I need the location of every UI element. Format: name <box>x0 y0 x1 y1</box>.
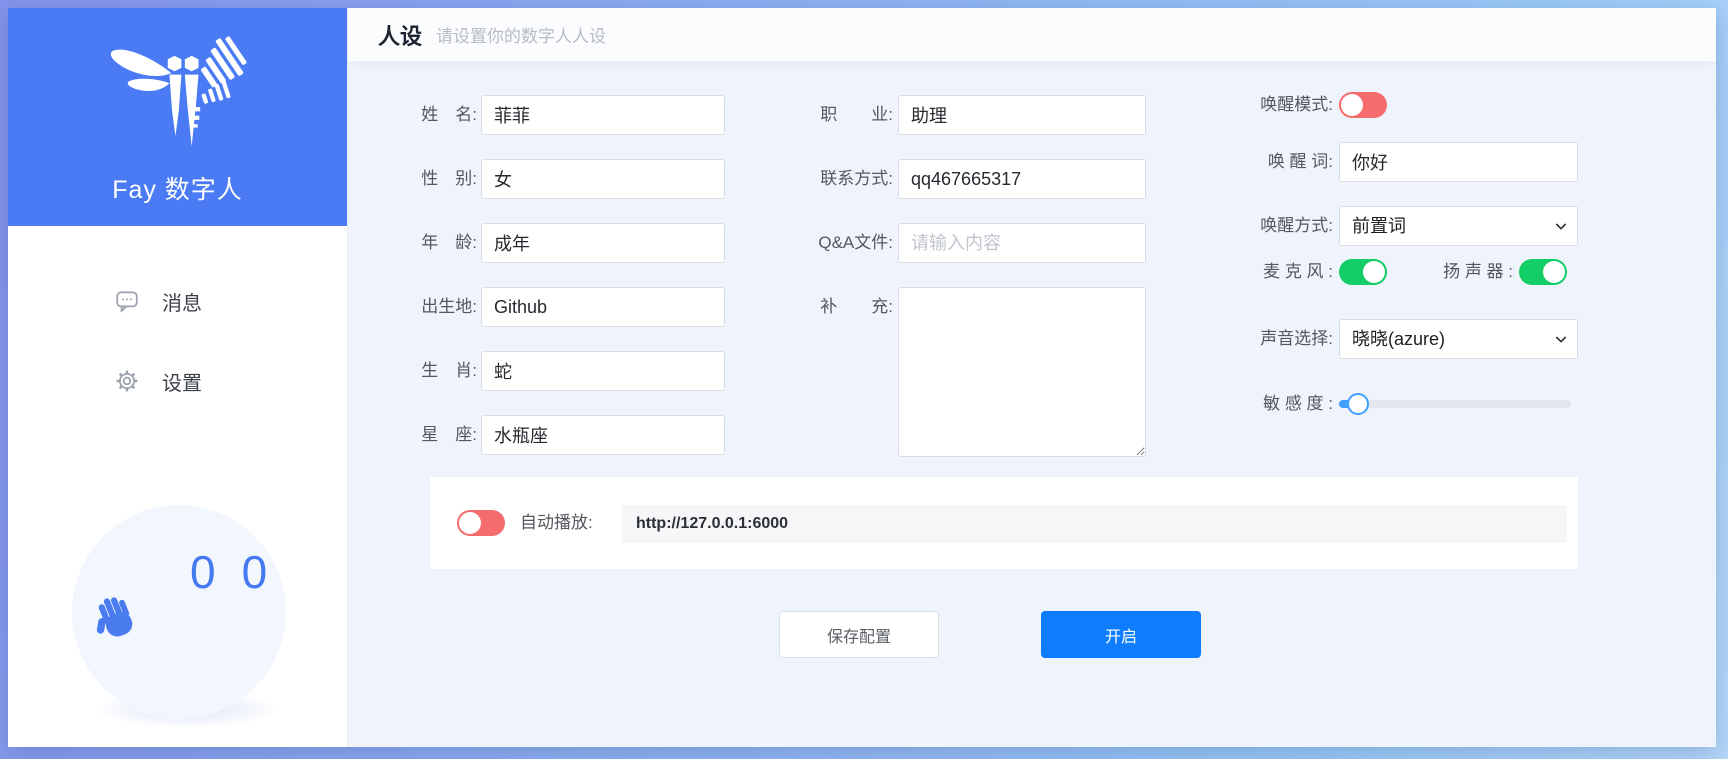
brand-name: Fay 数字人 <box>112 170 243 206</box>
sidebar-item-label: 消息 <box>162 287 202 316</box>
extra-label: 补 充: <box>678 287 893 327</box>
gender-label: 性 别: <box>348 159 477 199</box>
autoplay-url-input[interactable] <box>622 505 1567 543</box>
save-config-button[interactable]: 保存配置 <box>779 611 939 658</box>
wake-method-select[interactable]: 前置词 <box>1339 206 1578 246</box>
constellation-input[interactable] <box>481 415 725 455</box>
wake-mode-label: 唤醒模式: <box>1108 85 1333 125</box>
message-icon <box>114 288 140 314</box>
brand-header: Fay 数字人 <box>8 8 347 226</box>
birthplace-label: 出生地: <box>348 287 477 327</box>
sensitivity-label: 敏 感 度 : <box>1108 384 1333 424</box>
qa-file-label: Q&A文件: <box>678 223 893 263</box>
extra-textarea[interactable] <box>898 287 1146 457</box>
main-panel: 人设 请设置你的数字人人设 姓 名: 性 别: 年 龄: 出生地: 生 肖: 星… <box>348 8 1716 747</box>
sidebar-item-settings[interactable]: 设置 <box>8 358 347 404</box>
sensitivity-slider-knob[interactable] <box>1347 393 1369 415</box>
sidebar-item-label: 设置 <box>162 367 202 396</box>
page-subtitle: 请设置你的数字人人设 <box>436 22 606 47</box>
speaker-toggle[interactable] <box>1519 259 1567 285</box>
dragonfly-logo-icon <box>80 32 276 160</box>
autoplay-toggle[interactable] <box>457 510 505 536</box>
zodiac-input[interactable] <box>481 351 725 391</box>
sensitivity-slider[interactable] <box>1339 400 1571 408</box>
status-count-left: 0 <box>190 545 220 599</box>
gear-icon <box>114 368 140 394</box>
constellation-label: 星 座: <box>348 415 477 455</box>
start-button[interactable]: 开启 <box>1041 611 1201 658</box>
voice-select[interactable]: 晓晓(azure) <box>1339 319 1578 359</box>
microphone-label: 麦 克 风 : <box>1108 258 1333 298</box>
page-header: 人设 请设置你的数字人人设 <box>348 8 1716 62</box>
name-label: 姓 名: <box>348 95 477 135</box>
sidebar-item-messages[interactable]: 消息 <box>8 278 347 324</box>
job-label: 职 业: <box>678 95 893 135</box>
zodiac-label: 生 肖: <box>348 351 477 391</box>
sidebar-menu: 消息 设置 <box>8 278 347 404</box>
app-window: Fay 数字人 消息 <box>8 8 1716 747</box>
status-circle: 0 0 <box>72 505 286 719</box>
sidebar: Fay 数字人 消息 <box>8 8 348 747</box>
status-count-right: 0 <box>242 545 272 599</box>
microphone-toggle[interactable] <box>1339 259 1387 285</box>
wake-word-label: 唤 醒 词: <box>1108 142 1333 182</box>
age-label: 年 龄: <box>348 223 477 263</box>
wake-word-input[interactable] <box>1339 142 1578 182</box>
status-counters: 0 0 <box>190 545 271 599</box>
wake-mode-toggle[interactable] <box>1339 92 1387 118</box>
persona-form: 姓 名: 性 别: 年 龄: 出生地: 生 肖: 星 座: 职 业: 联系方式:… <box>348 62 1716 747</box>
autoplay-panel: 自动播放: <box>430 477 1578 569</box>
autoplay-label: 自动播放: <box>520 510 593 536</box>
voice-label: 声音选择: <box>1108 319 1333 359</box>
speaker-label: 扬 声 器 : <box>1428 258 1513 298</box>
page-title: 人设 <box>378 19 422 51</box>
contact-label: 联系方式: <box>678 159 893 199</box>
waving-hand-icon <box>88 591 144 647</box>
wake-method-label: 唤醒方式: <box>1108 206 1333 246</box>
